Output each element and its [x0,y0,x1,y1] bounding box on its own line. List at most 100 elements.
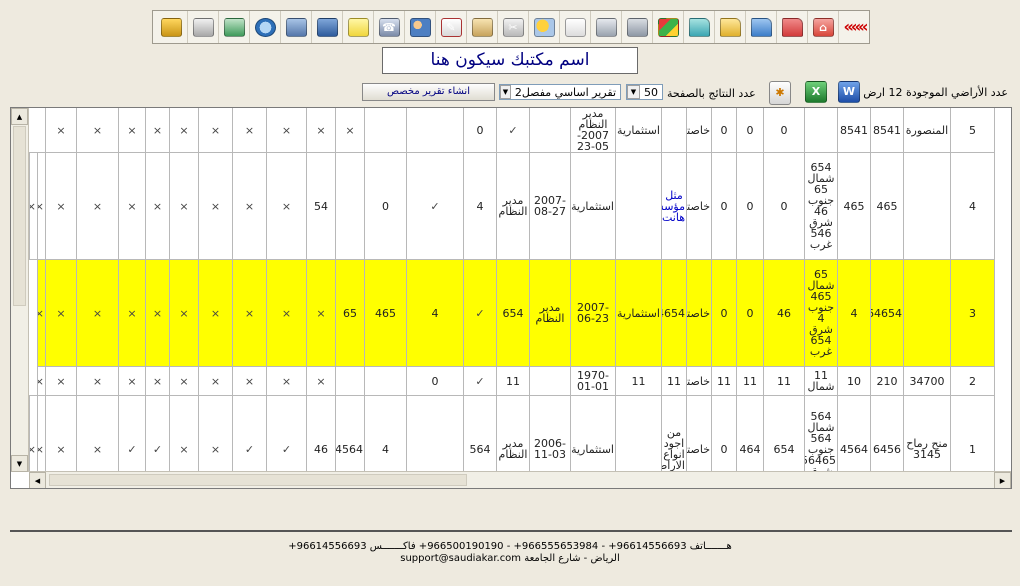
printer-icon [192,17,214,37]
toolbar-button-folder-teal[interactable] [683,11,714,43]
table-cell: × [232,108,267,153]
controls-bar: عدد الأراضي الموجودة 12 ارض W X ✱ عدد ال… [0,81,1020,105]
toolbar-button-edit[interactable]: ✎ [435,11,466,43]
table-cell [615,152,662,260]
table-cell: 2 [950,366,995,396]
table-cell: ✓ [118,395,146,471]
table-row[interactable]: 3 64654 4 65 شمال 465 جنوب 4 شرق 654 غرب 46 0… [30,259,995,367]
table-cell: 0 [763,108,805,153]
toolbar-button-document[interactable] [559,11,590,43]
export-excel-button[interactable]: X [805,81,827,103]
table-cell: × [306,108,336,153]
toolbar-button-back[interactable]: ««« [838,11,869,43]
lock-icon [161,17,182,37]
table-cell [903,259,951,367]
table-cell: 11 [763,366,805,396]
toolbar-button-sticky-note[interactable] [342,11,373,43]
table-cell: × [29,395,38,471]
table-cell: × [198,108,233,153]
toolbar-button-folder-blue[interactable] [745,11,776,43]
table-cell: 465 [364,259,407,367]
toolbar-button-clipboard[interactable] [466,11,497,43]
boxes-icon [657,17,679,37]
toolbar-button-network[interactable] [218,11,249,43]
table-cell: استثمارية [615,108,662,153]
table-cell [903,152,951,260]
table-cell: 4564 [837,395,871,471]
toolbar-button-boxes[interactable] [652,11,683,43]
scroll-left-icon[interactable]: ◀ [29,472,46,488]
table-cell: 0 [463,108,497,153]
per-page-select[interactable]: 50 ▼ [626,84,663,100]
horizontal-scrollbar[interactable]: ◀ ▶ [29,471,1011,488]
table-cell: × [232,152,267,260]
edit-icon: ✎ [440,17,462,37]
create-report-button[interactable]: انشاء تقرير مخصص [362,83,495,101]
toolbar-button-drive[interactable] [590,11,621,43]
table-cell: × [118,152,146,260]
toolbar-button-users[interactable] [404,11,435,43]
table-cell: استثمارية [615,259,662,367]
vertical-scroll-thumb[interactable] [13,126,26,306]
table-cell: × [198,152,233,260]
chevron-down-icon[interactable]: ▼ [500,85,511,99]
scroll-right-icon[interactable]: ▶ [994,472,1011,488]
report-type-select[interactable]: تقرير اساسي مفصل2 ▼ [499,84,621,100]
horizontal-scroll-thumb[interactable] [49,474,467,486]
save-icon [316,17,338,37]
drive-icon [595,17,617,37]
table-cell: 2007-06-23 [570,259,616,367]
table-cell: × [37,259,46,367]
table-cell: × [45,395,77,471]
chevron-down-icon[interactable]: ▼ [627,85,640,99]
table-cell: 0 [711,395,737,471]
table-cell: مدير النظام [529,259,571,367]
table-row[interactable]: 2347002101011 شمال111111خاصتنا11111970-0… [30,366,995,396]
table-cell: × [145,108,170,153]
vertical-scrollbar[interactable]: ▲ ▼ [11,108,29,472]
table-cell: 1 [950,395,995,471]
toolbar-button-globe[interactable] [249,11,280,43]
table-cell: × [76,259,119,367]
table-cell: × [37,395,46,471]
table-cell: 210 [870,366,904,396]
scroll-down-icon[interactable]: ▼ [11,455,28,472]
toolbar-button-lock[interactable] [156,11,187,43]
table-cell: 464 [736,395,764,471]
export-word-button[interactable]: W [838,81,860,103]
toolbar-button-folder-red[interactable] [776,11,807,43]
table-cell: ✓ [232,395,267,471]
table-row[interactable]: 4 465 465 654 شمال 65 جنوب 46 شرق 546 غرب 0 0… [29,152,995,260]
save-all-icon [285,17,307,37]
toolbar-button-home[interactable]: ⌂ [807,11,838,43]
toolbar-button-scissors[interactable]: ✂ [497,11,528,43]
table-cell: 0 [736,152,764,260]
toolbar-button-phone[interactable]: ☎ [373,11,404,43]
word-icon: W [838,81,860,103]
new-report-button[interactable]: ✱ [769,81,791,105]
table-cell: 11 [736,366,764,396]
weather-icon [533,17,555,37]
table-row[interactable]: 1 منح رماح 3145 6456 4564 564 شمال 564 جنوب … [29,395,995,471]
scroll-up-icon[interactable]: ▲ [11,108,28,125]
table-cell: × [169,395,199,471]
table-cell: × [198,366,233,396]
folder-yellow-icon [719,17,741,37]
table-cell: × [76,108,119,153]
toolbar-button-save[interactable] [311,11,342,43]
toolbar-button-save-all[interactable] [280,11,311,43]
toolbar-button-printer[interactable] [187,11,218,43]
table-cell: 0 [711,108,737,153]
grid-viewport: 5المنصورة85418541000خاصتنااستثماريةمدير … [29,108,995,471]
toolbar-button-drive-add[interactable] [621,11,652,43]
table-cell: × [266,108,307,153]
toolbar-button-folder-yellow[interactable] [714,11,745,43]
table-row[interactable]: 5المنصورة85418541000خاصتنااستثماريةمدير … [30,108,995,153]
table-cell: × [198,395,233,471]
table-cell: × [169,108,199,153]
table-cell: 0 [406,366,464,396]
folder-red-icon [781,17,803,37]
table-cell: 4 [837,259,871,367]
toolbar-button-weather[interactable] [528,11,559,43]
table-cell: 11 [615,366,662,396]
